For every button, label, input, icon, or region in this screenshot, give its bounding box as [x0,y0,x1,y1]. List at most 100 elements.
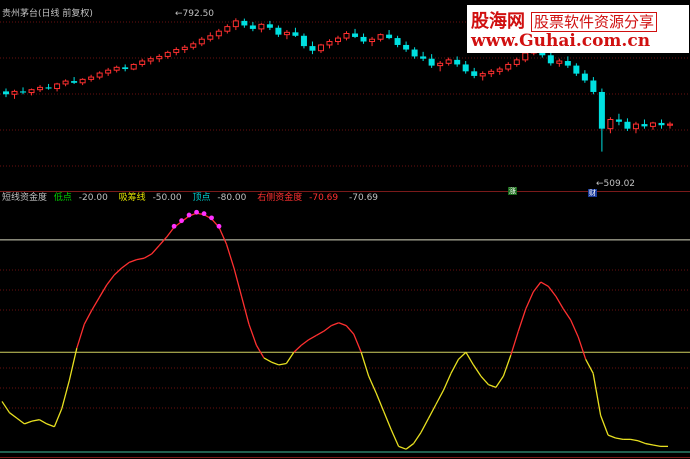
indicator-segment [128,258,137,264]
indicator-segment [435,389,445,405]
indicator-segment [458,351,467,360]
indicator-segment [525,291,534,310]
indicator-segment [166,226,175,238]
legend-item-low: 低点 -20.00 [54,193,112,203]
indicator-segment [600,415,609,436]
event-tag-blue[interactable]: 财 [588,189,597,197]
indicator-segment [547,285,557,297]
candle-body [20,91,27,93]
candle-body [28,89,35,94]
indicator-segment [413,431,422,444]
candle-body [3,91,9,95]
candle-body [386,34,393,39]
candle-body [649,122,656,127]
watermark-logo: 股海网 股票软件资源分享 www.Guhai.com.cn [467,5,689,53]
indicator-segment [390,429,400,447]
candle-body [369,38,376,43]
event-tag-green[interactable]: 涨 [508,187,517,195]
indicator-segment [233,267,243,297]
indicator-segment [285,351,295,364]
indicator-segment [615,437,624,440]
candle-body [215,30,222,37]
candle-body [420,56,427,59]
indicator-segment [106,274,115,286]
candle-body [454,59,461,65]
candle-body [292,32,299,36]
indicator-segment [121,261,130,269]
peak-dot [201,211,207,217]
indicator-segment [53,408,63,427]
legend-value: -20.00 [78,193,108,203]
candle-body [667,123,673,126]
indicator-line [0,212,690,453]
indicator-segment [405,443,414,450]
candle-body [181,46,188,51]
candle-body [547,55,554,64]
indicator-segment [39,419,48,425]
indicator-segment [360,352,370,377]
candle-body [590,80,597,92]
candle-body [249,25,256,29]
indicator-segment [585,358,594,374]
candle-body [122,67,129,70]
candle-body [71,81,78,83]
candle-body [198,38,205,45]
candle-body [309,46,316,51]
candle-body [326,41,333,46]
indicator-segment [427,403,437,419]
indicator-segment [480,375,489,386]
candle-body [462,64,469,72]
candle-body [624,121,631,129]
indicator-segment [315,330,325,336]
candle-body [88,76,95,80]
indicator-segment [398,445,407,450]
candle-body [11,90,18,95]
candle-body [54,83,61,90]
candle-body [352,33,359,37]
candle-body [62,80,69,85]
candle-body [411,49,418,57]
candle-body [147,58,154,62]
indicator-segment [9,412,18,419]
indicator-segment [271,361,280,366]
indicator-segment [61,380,70,409]
high-price-label: ←792.50 [175,9,215,19]
stock-chart[interactable] [0,0,690,459]
peak-dot [179,218,184,224]
candle-body [105,69,112,74]
indicator-segment [24,420,33,425]
candle-body [488,70,495,75]
legend-value: -70.69 [309,193,339,203]
indicator-segment [98,284,108,298]
candle-body [275,27,282,35]
candle-body [377,34,384,40]
indicator-segment [450,358,460,374]
indicator-segment [323,325,332,332]
indicator-segment [562,308,572,321]
indicator-segment [488,383,497,389]
legend-label: 吸筹线 [118,193,146,203]
indicator-segment [331,322,339,327]
legend-label: 低点 [53,193,72,203]
candle-body [130,63,137,70]
candle-body [300,35,307,47]
watermark-slogan: 股票软件资源分享 [531,12,658,32]
indicator-segment [255,344,265,359]
indicator-name: 短线资金度 [2,193,48,203]
indicator-segment [495,375,504,388]
candle-body [445,59,452,64]
candle-body [632,123,639,130]
legend-item-right-fund: 右侧资金度 -70.69 [257,193,342,203]
candle-body [258,23,265,30]
candle-body [581,73,588,81]
candle-body [96,72,103,78]
watermark-url: www.Guhai.com.cn [471,31,651,51]
candle-body [79,78,86,84]
legend-label: 顶点 [192,193,211,203]
indicator-segment [91,297,100,311]
indicator-segment [502,354,512,377]
indicator-segment [151,245,160,255]
legend-value: -80.00 [217,193,247,203]
candle-body [232,20,239,28]
candle-body [564,61,571,66]
